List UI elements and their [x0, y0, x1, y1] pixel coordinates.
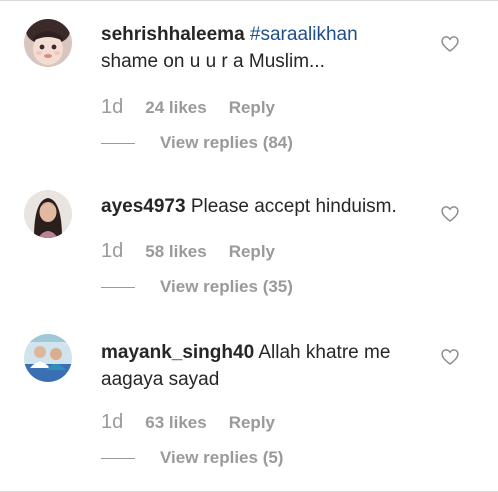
- comment-meta: 1d 24 likes Reply: [101, 96, 275, 119]
- like-button[interactable]: [440, 347, 460, 367]
- like-button[interactable]: [440, 34, 460, 54]
- replies-divider-line: [101, 286, 135, 288]
- comment-hashtag-link[interactable]: #saraalikhan: [250, 24, 358, 45]
- heart-outline-icon: [441, 36, 459, 52]
- comment-likes-count[interactable]: 58 likes: [145, 242, 206, 262]
- avatar[interactable]: [24, 334, 72, 382]
- comment-timestamp[interactable]: 1d: [101, 240, 123, 263]
- replies-divider-line: [101, 457, 135, 459]
- avatar-child-photo-icon: [24, 19, 72, 67]
- avatar[interactable]: [24, 19, 72, 67]
- comment-likes-count[interactable]: 24 likes: [145, 98, 206, 118]
- comment-username[interactable]: mayank_singh40: [101, 342, 254, 363]
- avatar[interactable]: [24, 190, 72, 238]
- comment-username[interactable]: ayes4973: [101, 196, 186, 217]
- comment-meta: 1d 63 likes Reply: [101, 411, 275, 434]
- comment-username[interactable]: sehrishhaleema: [101, 24, 245, 45]
- heart-outline-icon: [441, 206, 459, 222]
- view-replies-button[interactable]: View replies (35): [101, 277, 293, 297]
- reply-button[interactable]: Reply: [229, 98, 275, 118]
- comment-body: sehrishhaleema #saraalikhan shame on u u…: [101, 21, 421, 75]
- comment-body: mayank_singh40 Allah khatre me aagaya sa…: [101, 339, 421, 393]
- reply-button[interactable]: Reply: [229, 242, 275, 262]
- comment-timestamp[interactable]: 1d: [101, 411, 123, 434]
- comment-likes-count[interactable]: 63 likes: [145, 413, 206, 433]
- like-button[interactable]: [440, 204, 460, 224]
- comment-meta: 1d 58 likes Reply: [101, 240, 275, 263]
- replies-divider-line: [101, 142, 135, 144]
- reply-button[interactable]: Reply: [229, 413, 275, 433]
- view-replies-label: View replies (5): [160, 448, 284, 467]
- comment-text: Please accept hinduism.: [190, 196, 397, 217]
- view-replies-label: View replies (84): [160, 133, 293, 152]
- comment-text: shame on u u r a Muslim...: [101, 51, 325, 72]
- view-replies-button[interactable]: View replies (5): [101, 448, 283, 468]
- view-replies-label: View replies (35): [160, 277, 293, 296]
- avatar-woman-photo-icon: [24, 190, 72, 238]
- view-replies-button[interactable]: View replies (84): [101, 133, 293, 153]
- top-border: [0, 0, 498, 1]
- heart-outline-icon: [441, 349, 459, 365]
- comment-body: ayes4973 Please accept hinduism.: [101, 193, 421, 220]
- avatar-group-photo-icon: [24, 334, 72, 382]
- comment-timestamp[interactable]: 1d: [101, 96, 123, 119]
